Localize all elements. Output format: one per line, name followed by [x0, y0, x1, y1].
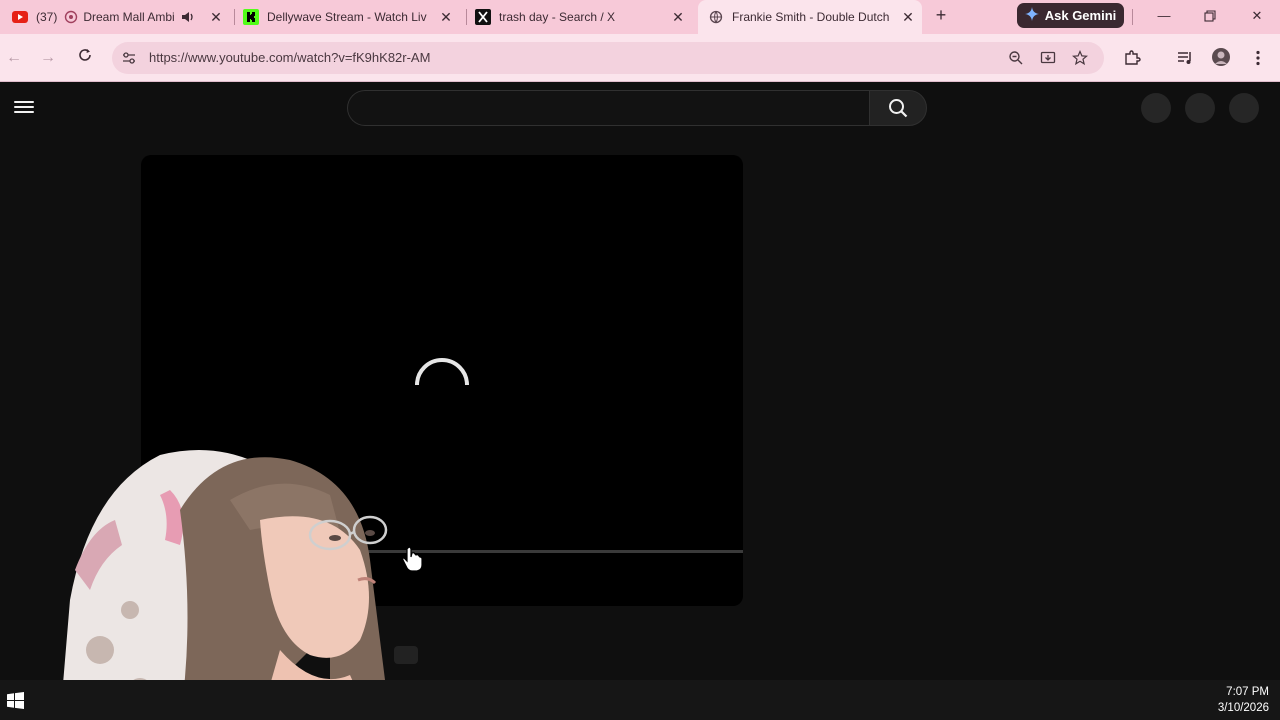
close-tab-icon[interactable]: ✕	[900, 9, 916, 25]
reload-icon[interactable]	[74, 47, 96, 69]
tab-count: (37)	[36, 10, 58, 24]
system-clock[interactable]: 7:07 PM 3/10/2026	[1218, 684, 1269, 716]
globe-icon	[708, 9, 724, 25]
hand-cursor-icon	[402, 546, 423, 572]
more-menu-icon[interactable]	[1249, 49, 1267, 67]
flower-icon	[63, 9, 79, 25]
tab-title: Dream Mall Ambi	[83, 10, 175, 24]
address-bar[interactable]: https://www.youtube.com/watch?v=fK9hK82r…	[112, 42, 1104, 74]
tab-separator	[466, 9, 467, 25]
install-app-icon[interactable]	[1040, 50, 1056, 66]
bookmark-star-icon[interactable]	[1071, 49, 1089, 66]
tab-separator	[1132, 9, 1133, 25]
extensions-puzzle-icon[interactable]	[1123, 49, 1141, 67]
tab-youtube-dream-mall[interactable]: (37) Dream Mall Ambi ✕	[8, 4, 230, 30]
ask-gemini-label: Ask Gemini	[1044, 8, 1117, 23]
windows-start-icon[interactable]	[7, 692, 24, 709]
windows-taskbar: 7:07 PM 3/10/2026	[0, 680, 1280, 720]
close-tab-icon[interactable]: ✕	[438, 9, 454, 25]
tab-frankie-smith-active[interactable]: Frankie Smith - Double Dutch ✕	[698, 0, 922, 34]
profile-avatar-icon[interactable]	[1211, 47, 1231, 67]
tab-title: Frankie Smith - Double Dutch	[732, 10, 890, 24]
tab-x-search[interactable]: trash day - Search / X ✕	[470, 4, 692, 30]
tab-strip: (37) Dream Mall Ambi ✕ Dellywave Stream …	[0, 0, 1280, 34]
new-tab-button[interactable]: +	[930, 5, 952, 27]
tab-dellywave[interactable]: Dellywave Stream - Watch Live ✕	[238, 4, 460, 30]
forward-arrow-icon[interactable]: →	[37, 47, 59, 69]
media-controls-icon[interactable]	[1176, 49, 1194, 67]
header-placeholder-button[interactable]	[1185, 93, 1215, 123]
close-tab-icon[interactable]: ✕	[208, 9, 224, 25]
clock-time: 7:07 PM	[1226, 686, 1269, 698]
search-button[interactable]	[869, 90, 927, 126]
restore-icon[interactable]	[1200, 6, 1220, 26]
x-icon	[475, 9, 491, 25]
speaker-icon[interactable]	[180, 9, 196, 25]
clock-date: 3/10/2026	[1217, 702, 1269, 714]
tab-title: Dellywave Stream - Watch Live	[267, 10, 427, 24]
loading-spinner-icon	[415, 358, 469, 386]
site-settings-icon[interactable]	[121, 50, 137, 66]
youtube-icon	[12, 9, 28, 25]
back-arrow-icon[interactable]: ←	[3, 47, 25, 69]
ask-gemini-button[interactable]: Ask Gemini	[1017, 3, 1124, 28]
avatar[interactable]	[1229, 93, 1259, 123]
close-window-icon[interactable]: ✕	[1247, 6, 1267, 26]
gemini-sparkle-icon	[1024, 7, 1039, 24]
hamburger-menu-icon[interactable]	[14, 98, 34, 116]
tab-separator	[234, 9, 235, 25]
browser-toolbar: ← → https://www.youtube.com/watch?v=fK9h…	[0, 34, 1280, 82]
search-input[interactable]	[347, 90, 870, 126]
tab-title: trash day - Search / X	[499, 10, 616, 24]
zoom-icon[interactable]	[1008, 50, 1024, 66]
search-icon	[889, 99, 908, 118]
url-text[interactable]: https://www.youtube.com/watch?v=fK9hK82r…	[149, 50, 430, 65]
close-tab-icon[interactable]: ✕	[670, 9, 686, 25]
minimize-icon[interactable]: —	[1154, 6, 1174, 26]
kick-icon	[243, 9, 259, 25]
header-placeholder-button[interactable]	[1141, 93, 1171, 123]
